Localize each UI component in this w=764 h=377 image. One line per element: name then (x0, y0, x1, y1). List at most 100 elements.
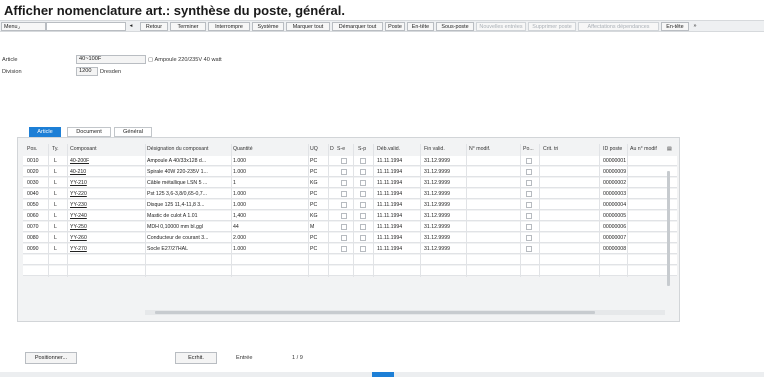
sub-item-button[interactable]: Sous-poste (436, 22, 474, 31)
checkbox-sp[interactable] (360, 180, 366, 186)
table-row[interactable]: 0030 L YY-210 Câble métallique LSN 5 ... 1 KG… (23, 178, 677, 188)
cell-component[interactable]: 40-210 (70, 167, 86, 177)
checkbox-se[interactable] (341, 191, 347, 197)
vertical-scrollbar[interactable] (666, 166, 671, 301)
checkbox-po[interactable] (526, 213, 532, 219)
dependencies-button[interactable]: Affectations dépendances (578, 22, 659, 31)
cell-component[interactable]: YY-220 (70, 189, 87, 199)
checkbox-po[interactable] (526, 180, 532, 186)
interrupt-button[interactable]: Interrompre (208, 22, 250, 31)
checkbox-sp[interactable] (360, 224, 366, 230)
checkbox-po[interactable] (526, 202, 532, 208)
col-header-sp[interactable]: S-p (358, 144, 366, 154)
checkbox-se[interactable] (341, 158, 347, 164)
article-field[interactable]: 40~100F (76, 55, 146, 64)
cell-item-id: 00000002 (603, 180, 627, 186)
checkbox-se[interactable] (341, 235, 347, 241)
col-header-item-id[interactable]: ID poste (603, 144, 622, 154)
checkbox-sp[interactable] (360, 246, 366, 252)
col-header-type[interactable]: Ty. (52, 144, 59, 154)
checkbox-po[interactable] (526, 158, 532, 164)
table-row[interactable]: 0070 L YY-250 MDH 0,10000 mm bl.ggl 44 M 11.11… (23, 222, 677, 232)
checkbox-se[interactable] (341, 202, 347, 208)
col-header-change-no[interactable]: N° modif. (469, 144, 490, 154)
back-button[interactable]: Retour (140, 22, 168, 31)
checkbox-se[interactable] (341, 224, 347, 230)
empty-row (23, 266, 677, 276)
col-header-uq[interactable]: UQ (310, 144, 318, 154)
table-row[interactable]: 0050 L YY-230 Disque 125 11,4-11,8 3... 1.00… (23, 200, 677, 210)
chevron-down-icon: ⌟ (17, 24, 21, 30)
chevron-left-icon[interactable]: ◂ (126, 22, 136, 31)
cell-component[interactable]: 40-200F (70, 156, 89, 166)
checkbox-se[interactable] (341, 180, 347, 186)
header-button-2[interactable]: En-tête (661, 22, 689, 31)
cell-description: Mastic de culot A 1.01 (147, 213, 198, 219)
grid-settings-icon[interactable]: ▤ (667, 144, 672, 154)
table-row[interactable]: 0040 L YY-220 Pst 125 3,6-3,8/0,65-0,7... 1.… (23, 189, 677, 199)
col-header-component[interactable]: Composant (70, 144, 97, 154)
col-header-po[interactable]: Po... (523, 144, 534, 154)
checkbox-sp[interactable] (360, 158, 366, 164)
cell-end-date: 31.12.9999 (424, 191, 450, 197)
vertical-scroll-thumb[interactable] (667, 171, 670, 286)
mark-all-button[interactable]: Marquer tout (286, 22, 330, 31)
table-row[interactable]: 0090 L YY-270 Socle E27/27HAL 1.000 PC 11.11.1… (23, 244, 677, 254)
horizontal-scroll-thumb[interactable] (155, 311, 595, 314)
cell-component[interactable]: YY-260 (70, 233, 87, 243)
table-row[interactable]: 0020 L 40-210 Spirale 40W 220-235V 1... 1.00… (23, 167, 677, 177)
position-button[interactable]: Positionner... (25, 352, 77, 364)
col-header-to-change[interactable]: Au n° modif (630, 144, 657, 154)
cell-component[interactable]: YY-230 (70, 200, 87, 210)
col-header-quantity[interactable]: Quantité (233, 144, 253, 154)
cell-component[interactable]: YY-210 (70, 178, 87, 188)
col-header-pos[interactable]: Pos. (27, 144, 37, 154)
table-row[interactable]: 0060 L YY-240 Mastic de culot A 1.01 1,400 KG… (23, 211, 677, 221)
checkbox-po[interactable] (526, 191, 532, 197)
checkbox-sp[interactable] (360, 235, 366, 241)
column-divider (231, 144, 232, 277)
cell-component[interactable]: YY-240 (70, 211, 87, 221)
cell-component[interactable]: YY-250 (70, 222, 87, 232)
col-header-start[interactable]: Déb.valid. (377, 144, 400, 154)
new-entries-button[interactable]: Nouvelles entrées (476, 22, 526, 31)
column-divider (48, 144, 49, 277)
unmark-all-button[interactable]: Démarquer tout (332, 22, 383, 31)
horizontal-scrollbar[interactable] (145, 310, 665, 315)
finish-button[interactable]: Terminer (170, 22, 206, 31)
overflow-icon[interactable]: » (690, 22, 700, 31)
checkbox-sp[interactable] (360, 169, 366, 175)
division-field[interactable]: 1200 (76, 67, 98, 76)
item-button[interactable]: Poste (385, 22, 405, 31)
menu-button[interactable]: Menu⌟ (1, 22, 46, 31)
cell-type: L (54, 246, 57, 252)
checkbox-po[interactable] (526, 224, 532, 230)
tab-general[interactable]: Général (114, 127, 152, 137)
empty-row (23, 255, 677, 265)
col-header-se[interactable]: S-e (337, 144, 345, 154)
column-divider (373, 144, 374, 277)
checkbox-se[interactable] (341, 246, 347, 252)
checkbox-se[interactable] (341, 213, 347, 219)
col-header-d[interactable]: D (330, 144, 334, 154)
table-row[interactable]: 0080 L YY-260 Conducteur de courant 3... 2.0… (23, 233, 677, 243)
header-button[interactable]: En-tête (407, 22, 434, 31)
col-header-sort[interactable]: Crit. tri (543, 144, 558, 154)
checkbox-se[interactable] (341, 169, 347, 175)
checkbox-sp[interactable] (360, 202, 366, 208)
checkbox-sp[interactable] (360, 191, 366, 197)
entry-button[interactable]: Ecrhit. (175, 352, 217, 364)
checkbox-po[interactable] (526, 169, 532, 175)
checkbox-po[interactable] (526, 246, 532, 252)
col-header-description[interactable]: Désignation du composant (147, 144, 233, 154)
tab-article[interactable]: Article (29, 127, 61, 137)
cell-component[interactable]: YY-270 (70, 244, 87, 254)
command-field[interactable] (46, 22, 126, 31)
col-header-end[interactable]: Fin valid. (424, 144, 445, 154)
checkbox-po[interactable] (526, 235, 532, 241)
checkbox-sp[interactable] (360, 213, 366, 219)
tab-document[interactable]: Document (67, 127, 111, 137)
system-button[interactable]: Système (252, 22, 284, 31)
table-row[interactable]: 0010 L 40-200F Ampoule A 40/33x128 d... 1.00… (23, 156, 677, 166)
delete-item-button[interactable]: Supprimer poste (528, 22, 576, 31)
